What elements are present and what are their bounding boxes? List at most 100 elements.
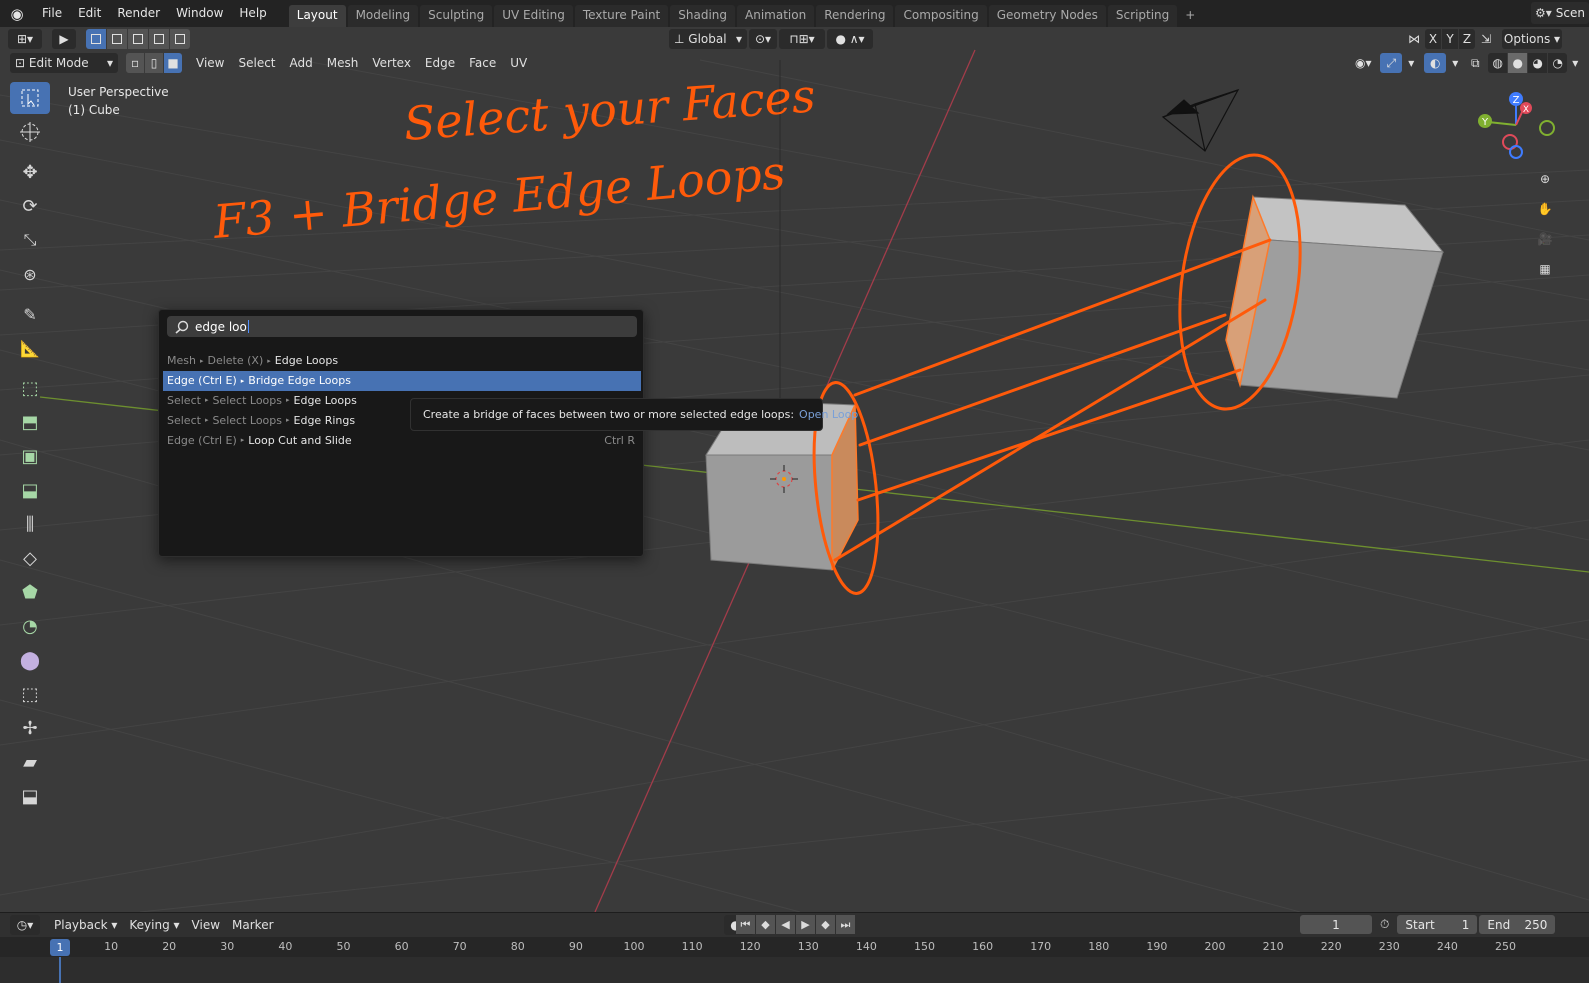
rendered-shading[interactable]: ◔	[1548, 53, 1568, 73]
visibility-dropdown[interactable]: ◉▾	[1348, 53, 1378, 73]
end-frame-field[interactable]: End 250	[1479, 915, 1556, 934]
menu-view[interactable]: View	[189, 53, 231, 73]
tool-select-box[interactable]	[10, 82, 50, 114]
edge-select-mode[interactable]: ▯	[145, 53, 163, 73]
stopwatch-icon[interactable]: ⏱	[1380, 917, 1389, 932]
tab-animation[interactable]: Animation	[737, 5, 815, 27]
mirror-y-toggle[interactable]: Y	[1442, 29, 1458, 49]
menu-window[interactable]: Window	[168, 0, 231, 27]
snapping-dropdown[interactable]: ⊓⊞▾	[779, 29, 825, 49]
shading-dropdown[interactable]: ▾	[1568, 53, 1582, 73]
tool-cursor[interactable]	[10, 116, 50, 148]
transform-orientation-dropdown[interactable]: ⊥ Global ▾	[669, 29, 747, 49]
menu-face[interactable]: Face	[462, 53, 503, 73]
pivot-point-dropdown[interactable]: ⊙▾	[749, 29, 777, 49]
tab-rendering[interactable]: Rendering	[816, 5, 894, 27]
next-keyframe-button[interactable]: ◆	[816, 915, 835, 934]
mirror-icon[interactable]: ⋈	[1405, 29, 1423, 49]
tool-spin[interactable]: ◔	[10, 610, 50, 642]
tool-annotate[interactable]: ✎	[10, 298, 50, 330]
tool-smooth[interactable]: ⬤	[10, 644, 50, 676]
gizmo-neg-y[interactable]	[1539, 120, 1555, 136]
tool-add-cube[interactable]: ⬚	[10, 372, 50, 404]
tab-uv-editing[interactable]: UV Editing	[494, 5, 573, 27]
vertex-select-mode[interactable]: ▫	[126, 53, 144, 73]
menu-mesh[interactable]: Mesh	[320, 53, 366, 73]
menu-playback[interactable]: Playback ▾	[48, 915, 123, 935]
select-new-button[interactable]	[86, 29, 106, 49]
tab-sculpting[interactable]: Sculpting	[420, 5, 493, 27]
search-result-item[interactable]: Edge (Ctrl E) ▸ Loop Cut and Slide Ctrl R	[163, 430, 641, 450]
menu-add[interactable]: Add	[283, 53, 320, 73]
tool-move[interactable]: ✥	[10, 156, 50, 188]
tool-loop-cut[interactable]: ⫼	[10, 508, 50, 540]
tool-measure[interactable]: 📐	[10, 332, 50, 364]
play-button[interactable]: ▶	[796, 915, 815, 934]
editor-type-button[interactable]: ⊞▾	[8, 29, 42, 49]
play-reverse-button[interactable]: ◀	[776, 915, 795, 934]
scene-selector[interactable]: ⚙▾ Scen	[1531, 2, 1589, 24]
face-select-mode[interactable]: ■	[164, 53, 182, 73]
wireframe-shading[interactable]: ◍	[1488, 53, 1508, 73]
mode-dropdown[interactable]: ⊡ Edit Mode ▾	[10, 53, 118, 73]
tool-knife[interactable]: ◇	[10, 542, 50, 574]
tool-poly-build[interactable]: ⬟	[10, 576, 50, 608]
tool-shear[interactable]: ▰	[10, 746, 50, 778]
overlays-dropdown[interactable]: ▾	[1448, 53, 1462, 73]
select-invert-button[interactable]	[149, 29, 169, 49]
gizmo-dropdown[interactable]: ▾	[1404, 53, 1418, 73]
tool-transform[interactable]: ⊛	[10, 258, 50, 290]
tab-compositing[interactable]: Compositing	[895, 5, 987, 27]
mirror-z-toggle[interactable]: Z	[1459, 29, 1475, 49]
menu-marker[interactable]: Marker	[226, 915, 279, 935]
timeline-editor-type[interactable]: ◷▾	[10, 915, 40, 935]
menu-timeline-view[interactable]: View	[186, 915, 226, 935]
tool-rip[interactable]: ⬓	[10, 780, 50, 812]
menu-uv[interactable]: UV	[503, 53, 534, 73]
search-result-item[interactable]: Edge (Ctrl E) ▸ Bridge Edge Loops	[163, 370, 641, 391]
playhead-frame-indicator[interactable]: 1	[50, 939, 70, 956]
menu-select[interactable]: Select	[231, 53, 282, 73]
tab-modeling[interactable]: Modeling	[347, 5, 419, 27]
overlays-toggle[interactable]: ◐	[1424, 53, 1447, 73]
menu-file[interactable]: File	[34, 0, 70, 27]
tab-layout[interactable]: Layout	[288, 5, 346, 27]
zoom-button[interactable]: ⊕	[1531, 165, 1559, 193]
tool-rotate[interactable]: ⟳	[10, 190, 50, 222]
gizmo-neg-z[interactable]	[1509, 145, 1523, 159]
pan-button[interactable]: ✋	[1531, 195, 1559, 223]
mirror-x-toggle[interactable]: X	[1425, 29, 1441, 49]
xray-toggle[interactable]: ⧉	[1464, 53, 1486, 73]
tab-scripting[interactable]: Scripting	[1107, 5, 1178, 27]
search-result-item[interactable]: Mesh ▸ Delete (X) ▸ Edge Loops	[163, 351, 641, 371]
ortho-toggle-button[interactable]: ▦	[1531, 255, 1559, 283]
start-frame-field[interactable]: Start 1	[1397, 915, 1478, 934]
timeline-track-area[interactable]	[0, 957, 1589, 983]
tool-edge-slide[interactable]: ⬚	[10, 678, 50, 710]
tool-extrude[interactable]: ⬒	[10, 406, 50, 438]
tool-inset[interactable]: ▣	[10, 440, 50, 472]
add-workspace-button[interactable]: +	[1179, 5, 1201, 27]
menu-edge[interactable]: Edge	[418, 53, 462, 73]
menu-render[interactable]: Render	[109, 0, 168, 27]
tab-shading[interactable]: Shading	[670, 5, 735, 27]
jump-start-button[interactable]: ⏮	[736, 915, 755, 934]
menu-help[interactable]: Help	[231, 0, 274, 27]
camera-view-button[interactable]: 🎥	[1531, 225, 1559, 253]
select-intersect-button[interactable]	[170, 29, 190, 49]
current-frame-field[interactable]: 1	[1300, 915, 1372, 934]
tool-shrink-fatten[interactable]: ✢	[10, 712, 50, 744]
menu-edit[interactable]: Edit	[70, 0, 109, 27]
tool-scale[interactable]: ⤡	[10, 224, 50, 256]
select-extend-button[interactable]	[107, 29, 127, 49]
tab-texture-paint[interactable]: Texture Paint	[574, 5, 669, 27]
tab-geometry-nodes[interactable]: Geometry Nodes	[988, 5, 1106, 27]
frame-ruler[interactable]: 1 10 20 30 40 50 60 70 80 90 100 110 120 130 140 150 16…	[0, 937, 1589, 957]
blender-logo-icon[interactable]: ◉	[0, 0, 34, 27]
proportional-edit-dropdown[interactable]: ● ∧▾	[827, 29, 873, 49]
options-dropdown[interactable]: Options ▾	[1502, 29, 1562, 49]
solid-shading[interactable]: ●	[1508, 53, 1528, 73]
jump-end-button[interactable]: ⏭	[836, 915, 855, 934]
search-input[interactable]: edge loo	[167, 316, 637, 337]
menu-keying[interactable]: Keying ▾	[123, 915, 185, 935]
